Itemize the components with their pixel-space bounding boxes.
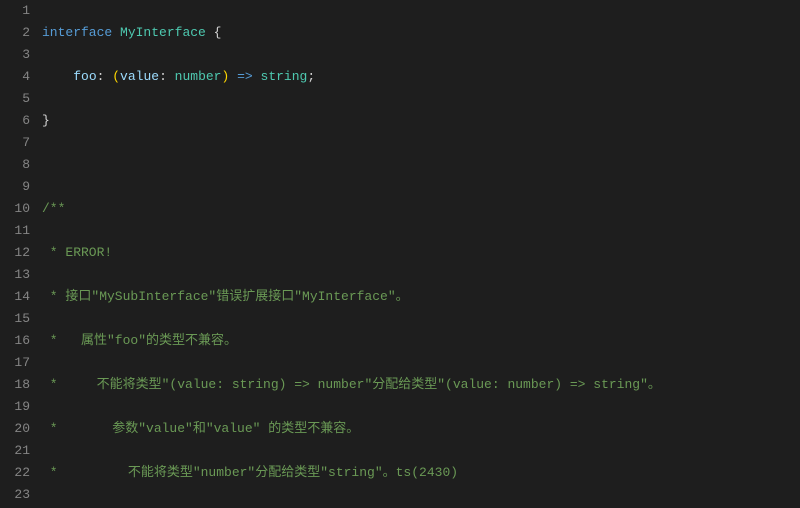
comment-line: * 属性"foo"的类型不兼容。 [42,330,800,352]
keyword-interface: interface [42,25,112,40]
line-number: 3 [0,44,30,66]
line-number: 9 [0,176,30,198]
comment-text: * 属性"foo"的类型不兼容。 [42,333,237,348]
property-name: foo [73,69,96,84]
comment-line: * 参数"value"和"value" 的类型不兼容。 [42,418,800,440]
line-number: 1 [0,0,30,22]
code-line: interface MyInterface { [42,22,800,44]
paren-open: ( [112,69,120,84]
type-name: MyInterface [120,25,206,40]
comment-text: * 接口"MySubInterface"错误扩展接口"MyInterface"。 [42,289,409,304]
code-editor[interactable]: interface MyInterface { foo: (value: num… [42,0,800,508]
line-number-gutter: 1 2 3 4 5 6 7 8 9 10 11 12 13 14 15 16 1… [0,0,42,508]
line-number: 12 [0,242,30,264]
line-number: 11 [0,220,30,242]
line-number: 18 [0,374,30,396]
type-number: number [175,69,222,84]
colon: : [97,69,113,84]
line-number: 14 [0,286,30,308]
arrow: => [229,69,260,84]
line-number: 7 [0,132,30,154]
comment-line: * 不能将类型"number"分配给类型"string"。ts(2430) [42,462,800,484]
line-number: 15 [0,308,30,330]
line-number: 16 [0,330,30,352]
line-number: 23 [0,484,30,506]
indent [42,69,73,84]
comment-text: * 不能将类型"(value: string) => number"分配给类型"… [42,377,661,392]
line-number: 13 [0,264,30,286]
line-number: 5 [0,88,30,110]
comment-line: * 接口"MySubInterface"错误扩展接口"MyInterface"。 [42,286,800,308]
comment-line: * ERROR! [42,242,800,264]
line-number: 19 [0,396,30,418]
line-number: 8 [0,154,30,176]
line-number: 22 [0,462,30,484]
comment-text: * 不能将类型"number"分配给类型"string"。ts(2430) [42,465,458,480]
line-number: 10 [0,198,30,220]
line-number: 17 [0,352,30,374]
comment-open: /** [42,201,65,216]
param-name: value [120,69,159,84]
comment-text: * 参数"value"和"value" 的类型不兼容。 [42,421,359,436]
code-line-empty [42,154,800,176]
code-line: foo: (value: number) => string; [42,66,800,88]
line-number: 6 [0,110,30,132]
comment-line: /** [42,198,800,220]
line-number: 2 [0,22,30,44]
colon: : [159,69,175,84]
brace-close: } [42,113,50,128]
type-string: string [261,69,308,84]
comment-line: * 不能将类型"(value: string) => number"分配给类型"… [42,374,800,396]
code-line: } [42,110,800,132]
comment-text: * ERROR! [42,245,112,260]
brace-open: { [206,25,222,40]
line-number: 21 [0,440,30,462]
semicolon: ; [307,69,315,84]
line-number: 20 [0,418,30,440]
line-number: 4 [0,66,30,88]
